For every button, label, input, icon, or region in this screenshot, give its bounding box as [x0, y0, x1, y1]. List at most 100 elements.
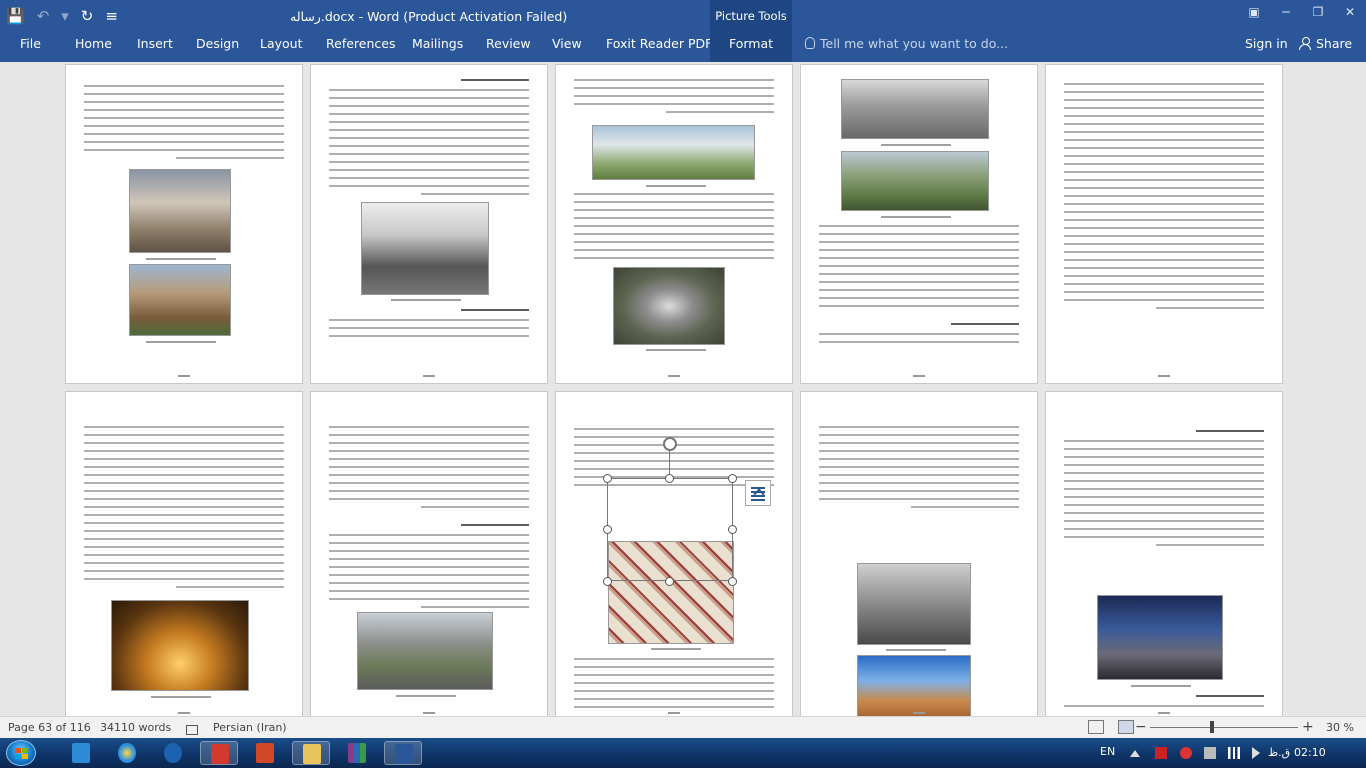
undo-icon[interactable]: ↶: [37, 7, 50, 25]
explorer-app[interactable]: [62, 741, 100, 765]
person-icon: [1299, 37, 1311, 50]
document-page[interactable]: [310, 64, 548, 384]
customize-qat-icon[interactable]: ≡: [105, 7, 118, 25]
document-page[interactable]: [1045, 64, 1283, 384]
media-player-icon: [164, 743, 182, 763]
tab-mailings[interactable]: Mailings: [412, 33, 463, 62]
tab-foxit-reader-pdf[interactable]: Foxit Reader PDF: [606, 33, 712, 62]
document-image[interactable]: [857, 563, 971, 645]
document-page[interactable]: [555, 64, 793, 384]
document-image[interactable]: [357, 612, 493, 690]
document-page[interactable]: [65, 64, 303, 384]
media-player-app[interactable]: [154, 741, 192, 765]
document-image[interactable]: [129, 264, 231, 336]
document-image[interactable]: [111, 600, 249, 691]
clock-period: ق.ظ: [1268, 746, 1291, 759]
document-image[interactable]: [841, 79, 989, 139]
word-app[interactable]: [384, 741, 422, 765]
title-bar: 💾 ↶ ▾ ↻ ≡ رساله.docx - Word (Product Act…: [0, 0, 1366, 33]
network-icon[interactable]: [1228, 747, 1240, 759]
document-image[interactable]: [1097, 595, 1223, 680]
powerpoint-app[interactable]: [246, 741, 284, 765]
zoom-out-button[interactable]: −: [1135, 719, 1147, 735]
zoom-slider-thumb[interactable]: [1210, 721, 1214, 733]
tell-me-search[interactable]: Tell me what you want to do...: [805, 33, 1008, 62]
close-icon[interactable]: ✕: [1334, 0, 1366, 33]
folder-app[interactable]: [292, 741, 330, 765]
document-image[interactable]: [841, 151, 989, 211]
resize-handle[interactable]: [603, 474, 612, 483]
document-image[interactable]: [361, 202, 489, 295]
resize-handle[interactable]: [728, 474, 737, 483]
proofing-icon: [186, 725, 198, 735]
resize-handle[interactable]: [728, 577, 737, 586]
save-icon[interactable]: 💾: [6, 7, 25, 25]
winrar-icon: [348, 743, 366, 763]
resize-handle[interactable]: [665, 577, 674, 586]
status-bar: Page 63 of 116 34110 words Persian (Iran…: [0, 716, 1366, 738]
document-area[interactable]: [0, 62, 1366, 716]
tab-review[interactable]: Review: [486, 33, 531, 62]
start-button[interactable]: [6, 740, 36, 766]
security-icon[interactable]: [1155, 747, 1167, 759]
tab-design[interactable]: Design: [196, 33, 239, 62]
acrobat-icon: [211, 744, 229, 764]
folder-icon: [303, 744, 321, 764]
powerpoint-icon: [256, 743, 274, 763]
picture-tools-label: Picture Tools: [710, 0, 792, 33]
document-page[interactable]: [310, 391, 548, 716]
tab-home[interactable]: Home: [75, 33, 112, 62]
acrobat-app[interactable]: [200, 741, 238, 765]
minimize-icon[interactable]: ─: [1270, 0, 1302, 33]
tab-layout[interactable]: Layout: [260, 33, 303, 62]
tab-file[interactable]: File: [20, 33, 41, 62]
language-indicator[interactable]: Persian (Iran): [213, 721, 287, 734]
resize-handle[interactable]: [728, 525, 737, 534]
tell-me-placeholder: Tell me what you want to do...: [820, 36, 1009, 51]
read-mode-button[interactable]: [1088, 720, 1104, 734]
document-image[interactable]: [592, 125, 755, 180]
resize-handle[interactable]: [603, 525, 612, 534]
document-page[interactable]: [1045, 391, 1283, 716]
windows-taskbar: EN ق.ظ 02:10: [0, 738, 1366, 768]
zoom-level[interactable]: 30 %: [1326, 721, 1354, 734]
zoom-slider[interactable]: [1150, 727, 1298, 728]
sign-in-link[interactable]: Sign in: [1245, 33, 1288, 55]
undo-dropdown-icon[interactable]: ▾: [61, 7, 69, 25]
zoom-in-button[interactable]: +: [1302, 719, 1314, 735]
lightbulb-icon: [805, 37, 815, 49]
word-count[interactable]: 34110 words: [100, 721, 171, 734]
ribbon-display-options-icon[interactable]: ▣: [1238, 0, 1270, 33]
tab-references[interactable]: References: [326, 33, 395, 62]
resize-handle[interactable]: [603, 577, 612, 586]
volume-icon[interactable]: [1252, 747, 1260, 759]
picture-selection-frame[interactable]: [607, 478, 733, 581]
document-page[interactable]: [65, 391, 303, 716]
winrar-app[interactable]: [338, 741, 376, 765]
document-page[interactable]: [800, 391, 1038, 716]
resize-handle[interactable]: [665, 474, 674, 483]
redo-icon[interactable]: ↻: [81, 7, 94, 25]
show-hidden-icons-icon[interactable]: [1130, 750, 1140, 757]
internet-explorer-app[interactable]: [108, 741, 146, 765]
tab-view[interactable]: View: [552, 33, 582, 62]
share-label: Share: [1316, 36, 1353, 51]
document-image[interactable]: [857, 655, 971, 716]
document-image[interactable]: [129, 169, 231, 253]
rotate-handle[interactable]: [663, 437, 677, 451]
input-language[interactable]: EN: [1100, 745, 1115, 758]
print-layout-button[interactable]: [1118, 720, 1134, 734]
action-center-icon[interactable]: [1204, 747, 1216, 759]
page-indicator[interactable]: Page 63 of 116: [8, 721, 91, 734]
document-image[interactable]: [613, 267, 725, 345]
layout-options-icon[interactable]: [745, 480, 771, 506]
tab-format[interactable]: Format: [710, 33, 792, 62]
window-controls: ▣ ─ ❐ ✕: [1238, 0, 1366, 33]
document-page[interactable]: [800, 64, 1038, 384]
share-button[interactable]: Share: [1299, 33, 1352, 55]
restore-icon[interactable]: ❐: [1302, 0, 1334, 33]
explorer-icon: [72, 743, 90, 763]
acrobat-tray-icon[interactable]: [1180, 747, 1192, 759]
tab-insert[interactable]: Insert: [137, 33, 173, 62]
clock[interactable]: 02:10: [1294, 746, 1326, 759]
